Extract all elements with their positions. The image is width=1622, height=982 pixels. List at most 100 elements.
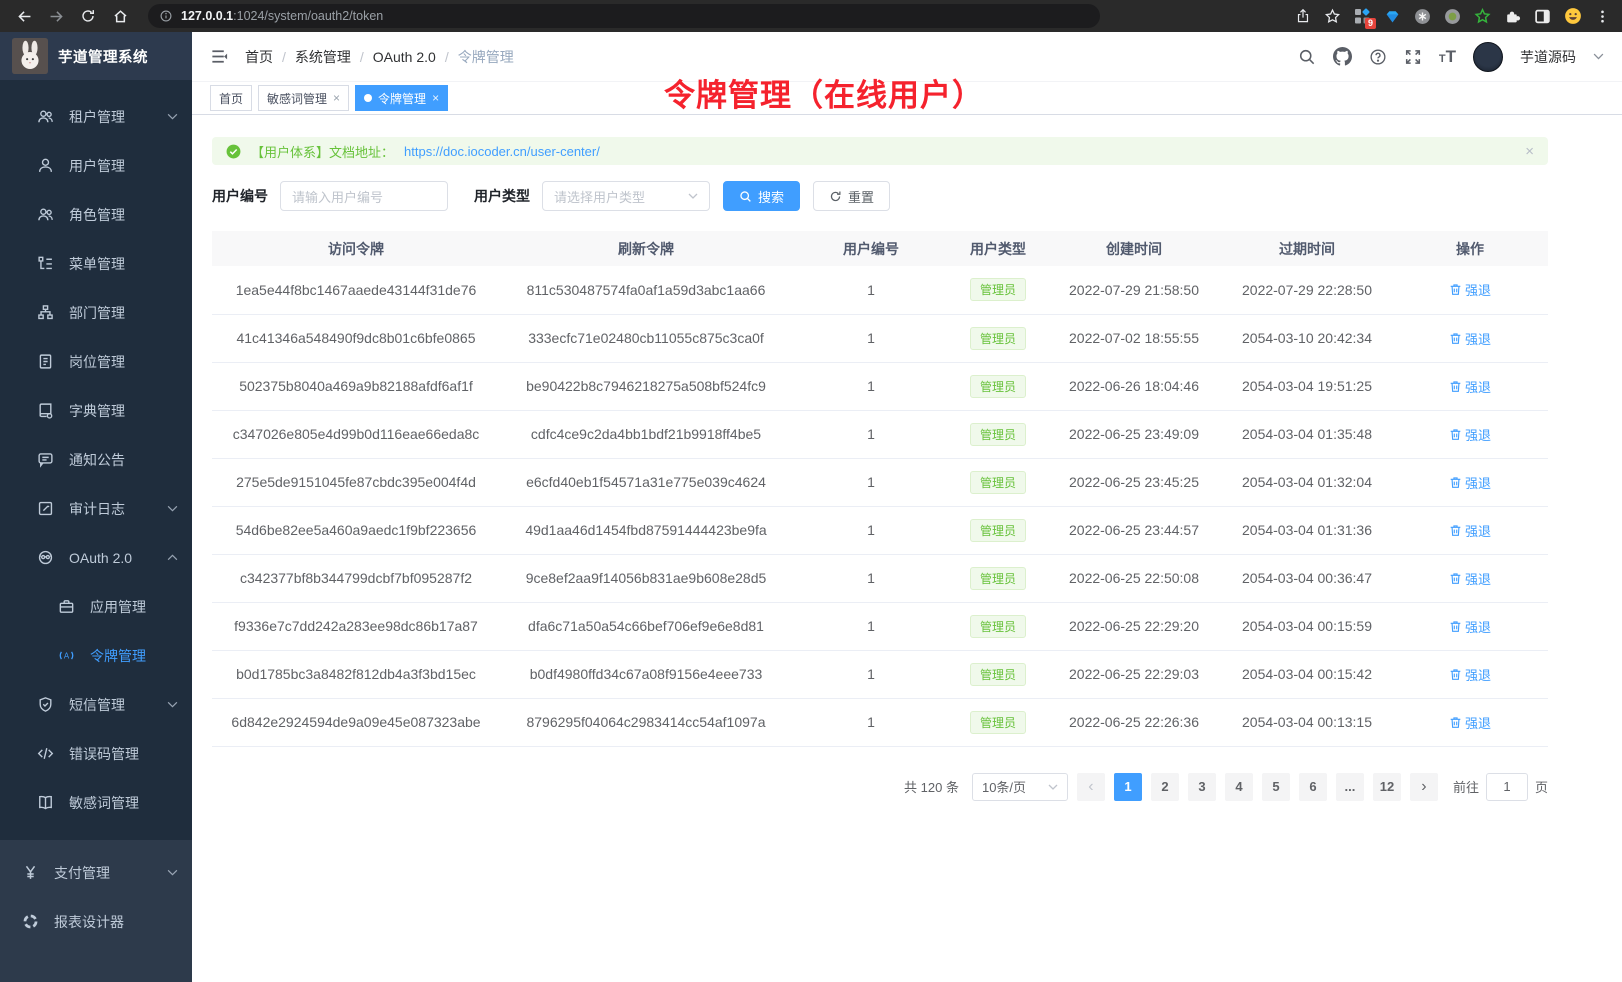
emoji-profile-icon[interactable] <box>1564 7 1582 25</box>
tab-home[interactable]: 首页 <box>210 85 252 111</box>
force-logout-button[interactable]: 强退 <box>1449 617 1491 636</box>
sidebar-item-pay[interactable]: 支付管理 <box>0 848 192 897</box>
app-title: 芋道管理系统 <box>58 46 148 67</box>
page-size-select[interactable]: 10条/页 <box>972 773 1068 801</box>
page-button-3[interactable]: 3 <box>1188 773 1216 801</box>
force-logout-button[interactable]: 强退 <box>1449 665 1491 684</box>
browser-forward-button[interactable] <box>44 4 68 28</box>
avatar[interactable] <box>1473 42 1503 72</box>
asterisk-extension-icon[interactable] <box>1414 8 1431 25</box>
trash-icon <box>1449 716 1462 729</box>
sidebar-item-audit-log[interactable]: 审计日志 <box>0 484 192 533</box>
sidebar-item-sms[interactable]: 短信管理 <box>0 680 192 729</box>
force-logout-button[interactable]: 强退 <box>1449 569 1491 588</box>
share-icon[interactable] <box>1295 8 1311 24</box>
breadcrumb: 首页 / 系统管理 / OAuth 2.0 / 令牌管理 <box>245 47 514 67</box>
sidebar-item-report-designer[interactable]: 报表设计器 <box>0 897 192 946</box>
user-name[interactable]: 芋道源码 <box>1520 47 1576 67</box>
sidebar-item-errcode[interactable]: 错误码管理 <box>0 729 192 778</box>
sidebar-item-post[interactable]: 岗位管理 <box>0 337 192 386</box>
page-button-12[interactable]: 12 <box>1373 773 1401 801</box>
search-submit-button[interactable]: 搜索 <box>723 181 800 211</box>
app-logo[interactable]: 芋道管理系统 <box>0 32 192 80</box>
browser-reload-button[interactable] <box>76 4 100 28</box>
force-logout-button[interactable]: 强退 <box>1449 377 1491 396</box>
sidebar-item-oauth2-token[interactable]: A 令牌管理 <box>0 631 192 680</box>
alert-doc-link[interactable]: https://doc.iocoder.cn/user-center/ <box>404 144 600 159</box>
github-button[interactable] <box>1333 47 1352 66</box>
force-logout-button[interactable]: 强退 <box>1449 713 1491 732</box>
cell-user-type: 管理员 <box>950 410 1046 458</box>
fullscreen-button[interactable] <box>1404 48 1422 66</box>
address-bar[interactable]: 127.0.0.1:1024/system/oauth2/token <box>148 4 1100 28</box>
browser-menu-icon[interactable] <box>1595 9 1610 24</box>
user-type-badge: 管理员 <box>970 278 1026 301</box>
browser-back-button[interactable] <box>12 4 36 28</box>
cell-actions: 强退 <box>1392 458 1548 506</box>
panel-icon[interactable] <box>1534 8 1551 25</box>
pagination: 共 120 条 10条/页 ‹ 1 2 3 4 5 6 ... 12 › 前往 … <box>212 773 1548 801</box>
cell-actions: 强退 <box>1392 410 1548 458</box>
star-extension-icon[interactable] <box>1474 8 1491 25</box>
sidebar-item-notice[interactable]: 通知公告 <box>0 435 192 484</box>
force-logout-button[interactable]: 强退 <box>1449 329 1491 348</box>
gem-extension-icon[interactable] <box>1384 8 1401 25</box>
sidebar-item-dict[interactable]: 字典管理 <box>0 386 192 435</box>
extension-grid-icon[interactable]: 9 <box>1354 8 1371 25</box>
question-circle-icon <box>1369 48 1387 66</box>
sidebar-item-label: 岗位管理 <box>69 352 178 372</box>
force-logout-button[interactable]: 强退 <box>1449 521 1491 540</box>
sidebar-item-sensitive-word[interactable]: 敏感词管理 <box>0 778 192 827</box>
user-caret-icon[interactable] <box>1593 53 1604 60</box>
user-type-badge: 管理员 <box>970 519 1026 542</box>
cell-actions: 强退 <box>1392 650 1548 698</box>
help-button[interactable] <box>1369 48 1387 66</box>
tab-token[interactable]: 令牌管理 × <box>355 85 448 111</box>
font-size-button[interactable]: TT <box>1439 48 1456 66</box>
user-id-input[interactable]: 请输入用户编号 <box>280 181 448 211</box>
tab-close-icon[interactable]: × <box>333 92 340 104</box>
force-logout-button[interactable]: 强退 <box>1449 473 1491 492</box>
user-type-badge: 管理员 <box>970 663 1026 686</box>
prev-page-button[interactable]: ‹ <box>1077 773 1105 801</box>
user-type-select[interactable]: 请选择用户类型 <box>542 181 710 211</box>
tab-sensitive-word[interactable]: 敏感词管理 × <box>258 85 349 111</box>
goto-page-input[interactable]: 1 <box>1486 773 1528 801</box>
bookmark-star-icon[interactable] <box>1324 8 1341 25</box>
force-logout-button[interactable]: 强退 <box>1449 425 1491 444</box>
refresh-icon <box>829 190 842 203</box>
reset-button[interactable]: 重置 <box>813 181 890 211</box>
sidebar-item-user[interactable]: 用户管理 <box>0 141 192 190</box>
sidebar-item-dept[interactable]: 部门管理 <box>0 288 192 337</box>
sidebar-collapse-button[interactable] <box>210 47 229 66</box>
page-button-5[interactable]: 5 <box>1262 773 1290 801</box>
breadcrumb-home[interactable]: 首页 <box>245 47 273 67</box>
dot-extension-icon[interactable] <box>1444 8 1461 25</box>
cell-user-type: 管理员 <box>950 314 1046 362</box>
cell-expire-time: 2054-03-04 01:35:48 <box>1222 410 1392 458</box>
next-page-button[interactable]: › <box>1410 773 1438 801</box>
breadcrumb-oauth2[interactable]: OAuth 2.0 <box>373 49 436 65</box>
puzzle-extensions-icon[interactable] <box>1504 8 1521 25</box>
search-button[interactable] <box>1298 48 1316 66</box>
breadcrumb-system[interactable]: 系统管理 <box>295 47 351 67</box>
force-logout-button[interactable]: 强退 <box>1449 280 1491 299</box>
user-type-badge: 管理员 <box>970 375 1026 398</box>
page-button-6[interactable]: 6 <box>1299 773 1327 801</box>
chevron-up-icon <box>167 554 178 561</box>
sidebar-item-menu[interactable]: 菜单管理 <box>0 239 192 288</box>
browser-home-button[interactable] <box>108 4 132 28</box>
sidebar-item-oauth2-app[interactable]: 应用管理 <box>0 582 192 631</box>
sidebar-item-oauth2[interactable]: OAuth 2.0 <box>0 533 192 582</box>
page-ellipsis[interactable]: ... <box>1336 773 1364 801</box>
user-icon <box>37 157 54 174</box>
page-button-2[interactable]: 2 <box>1151 773 1179 801</box>
page-button-1[interactable]: 1 <box>1114 773 1142 801</box>
alert-close-icon[interactable]: × <box>1525 143 1534 160</box>
cell-actions: 强退 <box>1392 554 1548 602</box>
tab-close-icon[interactable]: × <box>432 92 439 104</box>
sidebar-item-role[interactable]: 角色管理 <box>0 190 192 239</box>
sidebar-item-tenant[interactable]: 租户管理 <box>0 92 192 141</box>
page-button-4[interactable]: 4 <box>1225 773 1253 801</box>
edit-log-icon <box>37 500 54 517</box>
